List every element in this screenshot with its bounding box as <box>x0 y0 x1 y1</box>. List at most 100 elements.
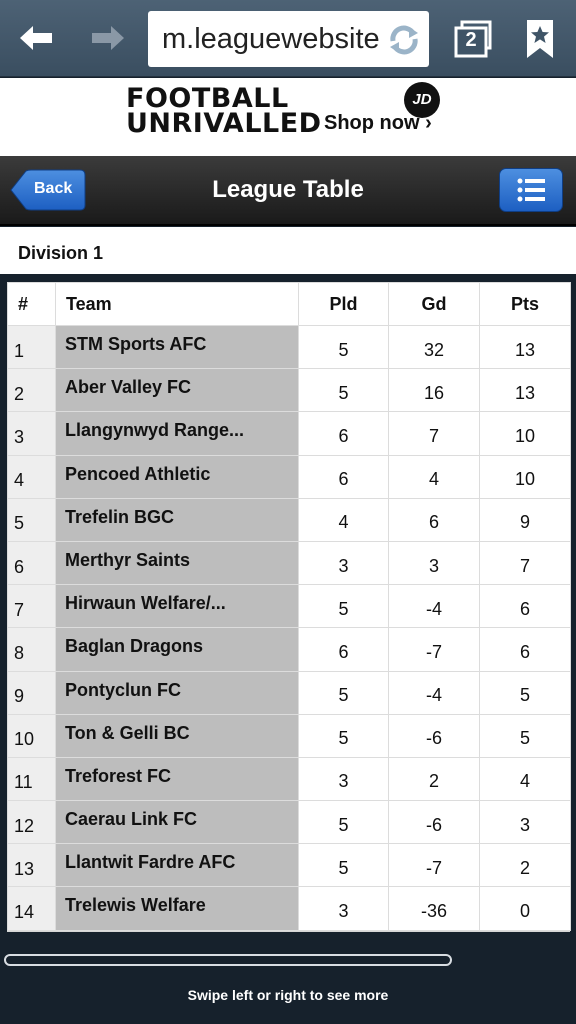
row-played: 6 <box>298 454 389 499</box>
row-position: 12 <box>7 800 56 845</box>
table-row[interactable]: 7 Hirwaun Welfare/... 5 -4 6 <box>7 584 571 629</box>
col-header-goal-difference[interactable]: Gd <box>388 282 480 326</box>
page-header: Back League Table <box>0 156 576 226</box>
row-played: 5 <box>298 324 389 370</box>
horizontal-scrollbar[interactable] <box>4 954 452 966</box>
row-points: 6 <box>479 584 571 629</box>
row-goal-difference: 7 <box>388 411 480 456</box>
browser-back-button[interactable] <box>12 14 60 62</box>
row-team[interactable]: Pontyclun FC <box>55 670 299 715</box>
row-position: 9 <box>7 670 56 715</box>
row-goal-difference: 6 <box>388 497 480 542</box>
league-table-container[interactable]: # Team Pld Gd Pts 1 STM Sports AFC 5 32 13 2 A… <box>7 282 571 932</box>
table-row[interactable]: 2 Aber Valley FC 5 16 13 <box>7 368 571 413</box>
row-played: 3 <box>298 756 389 802</box>
row-position: 11 <box>7 756 56 802</box>
table-row[interactable]: 6 Merthyr Saints 3 3 7 <box>7 540 571 586</box>
row-played: 5 <box>298 713 389 758</box>
row-played: 5 <box>298 670 389 715</box>
jd-logo: JD <box>404 82 440 118</box>
table-row[interactable]: 10 Ton & Gelli BC 5 -6 5 <box>7 713 571 758</box>
row-position: 8 <box>7 627 56 672</box>
row-team[interactable]: Aber Valley FC <box>55 368 299 413</box>
row-team[interactable]: Ton & Gelli BC <box>55 713 299 758</box>
row-position: 13 <box>7 843 56 888</box>
list-menu-icon <box>517 178 545 202</box>
right-arrow-icon <box>92 26 124 50</box>
row-goal-difference: -6 <box>388 713 480 758</box>
row-played: 5 <box>298 843 389 888</box>
row-played: 5 <box>298 368 389 413</box>
row-goal-difference: -4 <box>388 670 480 715</box>
table-row[interactable]: 14 Trelewis Welfare 3 -36 0 <box>7 886 571 931</box>
row-played: 3 <box>298 886 389 931</box>
menu-button[interactable] <box>499 168 563 212</box>
row-goal-difference: -36 <box>388 886 480 931</box>
row-team[interactable]: Pencoed Athletic <box>55 454 299 499</box>
table-row[interactable]: 13 Llantwit Fardre AFC 5 -7 2 <box>7 843 571 888</box>
row-team[interactable]: Caerau Link FC <box>55 800 299 845</box>
row-played: 6 <box>298 627 389 672</box>
row-team[interactable]: Llantwit Fardre AFC <box>55 843 299 888</box>
table-header-row: # Team Pld Gd Pts <box>7 282 571 326</box>
reload-icon <box>390 25 418 55</box>
row-team[interactable]: Merthyr Saints <box>55 540 299 586</box>
table-row[interactable]: 1 STM Sports AFC 5 32 13 <box>7 324 571 370</box>
bookmark-button[interactable] <box>518 16 562 62</box>
row-points: 13 <box>479 368 571 413</box>
ad-banner[interactable]: FOOTBALL UNRIVALLED Shop now › JD <box>0 78 576 156</box>
row-points: 4 <box>479 756 571 802</box>
row-team[interactable]: Baglan Dragons <box>55 627 299 672</box>
bookmark-star-icon <box>527 20 553 58</box>
ad-headline-2: UNRIVALLED <box>126 108 322 139</box>
row-goal-difference: -7 <box>388 843 480 888</box>
col-header-points[interactable]: Pts <box>479 282 571 326</box>
browser-forward-button[interactable] <box>84 14 132 62</box>
table-row[interactable]: 3 Llangynwyd Range... 6 7 10 <box>7 411 571 456</box>
row-goal-difference: 16 <box>388 368 480 413</box>
swipe-hint: Swipe left or right to see more <box>187 987 389 1003</box>
row-goal-difference: -7 <box>388 627 480 672</box>
row-goal-difference: 3 <box>388 540 480 586</box>
row-team[interactable]: Trelewis Welfare <box>55 886 299 931</box>
table-row[interactable]: 9 Pontyclun FC 5 -4 5 <box>7 670 571 715</box>
row-goal-difference: 32 <box>388 324 480 370</box>
row-points: 7 <box>479 540 571 586</box>
row-played: 5 <box>298 584 389 629</box>
tab-count: 2 <box>465 29 477 51</box>
table-row[interactable]: 12 Caerau Link FC 5 -6 3 <box>7 800 571 845</box>
row-goal-difference: 4 <box>388 454 480 499</box>
row-position: 7 <box>7 584 56 629</box>
row-points: 5 <box>479 670 571 715</box>
row-played: 4 <box>298 497 389 542</box>
row-team[interactable]: STM Sports AFC <box>55 324 299 370</box>
url-field[interactable]: m.leaguewebsite <box>148 11 429 67</box>
row-team[interactable]: Llangynwyd Range... <box>55 411 299 456</box>
reload-button[interactable] <box>385 21 423 59</box>
row-position: 3 <box>7 411 56 456</box>
col-header-position[interactable]: # <box>7 282 56 326</box>
table-row[interactable]: 5 Trefelin BGC 4 6 9 <box>7 497 571 542</box>
left-arrow-icon <box>20 26 52 50</box>
row-team[interactable]: Trefelin BGC <box>55 497 299 542</box>
table-row[interactable]: 8 Baglan Dragons 6 -7 6 <box>7 627 571 672</box>
row-points: 9 <box>479 497 571 542</box>
table-row[interactable]: 11 Treforest FC 3 2 4 <box>7 756 571 802</box>
row-team[interactable]: Treforest FC <box>55 756 299 802</box>
row-points: 10 <box>479 411 571 456</box>
browser-toolbar: m.leaguewebsite 2 <box>0 0 576 77</box>
row-points: 3 <box>479 800 571 845</box>
col-header-played[interactable]: Pld <box>298 282 389 326</box>
row-team[interactable]: Hirwaun Welfare/... <box>55 584 299 629</box>
row-played: 3 <box>298 540 389 586</box>
row-played: 5 <box>298 800 389 845</box>
row-points: 13 <box>479 324 571 370</box>
page-title: League Table <box>212 176 364 203</box>
table-row[interactable]: 4 Pencoed Athletic 6 4 10 <box>7 454 571 499</box>
row-position: 14 <box>7 886 56 931</box>
row-goal-difference: -6 <box>388 800 480 845</box>
row-position: 2 <box>7 368 56 413</box>
row-position: 4 <box>7 454 56 499</box>
col-header-team[interactable]: Team <box>55 282 299 326</box>
row-position: 5 <box>7 497 56 542</box>
